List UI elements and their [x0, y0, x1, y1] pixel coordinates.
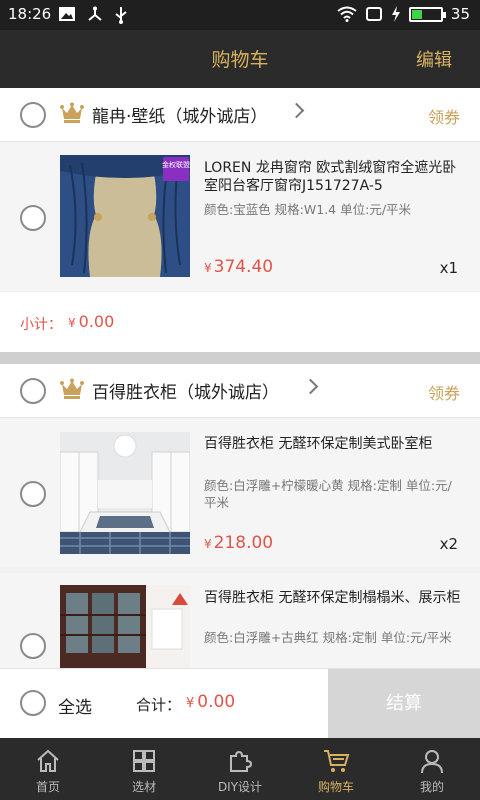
tab-home[interactable]: 首页 [0, 738, 96, 800]
product-price: ¥374.40 [204, 257, 273, 277]
tab-materials[interactable]: 选材 [96, 738, 192, 800]
product-image-bedroom[interactable] [60, 432, 190, 554]
item-select-radio[interactable] [20, 633, 46, 659]
product-image-curtain[interactable]: 金权联盟 [60, 155, 190, 277]
item-select-radio[interactable] [20, 481, 46, 507]
checkout-button[interactable]: 结算 [328, 669, 480, 739]
user-icon [421, 750, 443, 774]
product-spec: 颜色:白浮雕+柠檬暖心黄 规格:定制 单位:元/平米 [204, 478, 452, 510]
product-quantity: x2 [439, 535, 458, 553]
puzzle-icon [230, 750, 253, 772]
status-time: 18:26 [8, 5, 52, 23]
price-value: 218.00 [213, 533, 274, 553]
product-quantity: x1 [439, 259, 458, 277]
select-all-radio[interactable] [20, 690, 46, 716]
store-subtotal: 小计： ¥0.00 [0, 292, 480, 352]
store-name[interactable]: 龍冉·壁纸（城外诚店） [92, 102, 267, 127]
store-select-radio[interactable] [20, 378, 46, 404]
product-spec: 颜色:宝蓝色 规格:W1.4 单位:元/平米 [204, 202, 412, 217]
product-spec: 颜色:白浮雕+古典红 规格:定制 单位:元/平米 [204, 630, 452, 645]
total-label: 合计： [136, 696, 182, 714]
battery-percent: 35 [450, 5, 470, 23]
product-badge: 金权联盟 [162, 160, 190, 169]
cart-item[interactable]: 百得胜衣柜 无醛环保定制榻榻米、展示柜 颜色:白浮雕+古典红 规格:定制 单位:… [0, 573, 480, 668]
tab-label: 我的 [419, 780, 444, 794]
screen-icon [365, 7, 382, 21]
tab-cart[interactable]: 购物车 [288, 738, 384, 800]
product-image-cabinet[interactable] [60, 585, 190, 668]
crown-icon [60, 102, 84, 123]
share-node-icon [88, 6, 102, 21]
image-notification-icon [59, 7, 75, 21]
product-price: ¥218.00 [204, 533, 273, 553]
price-value: 374.40 [213, 257, 274, 277]
product-name[interactable]: LOREN 龙冉窗帘 欧式割绒窗帘全遮光卧室阳台客厅窗帘J151727A-5 [204, 159, 462, 195]
chevron-right-icon[interactable] [302, 378, 319, 395]
bottom-tab-bar: 首页 选材 DIY设计 购物车 我的 [0, 738, 480, 800]
product-name[interactable]: 百得胜衣柜 无醛环保定制榻榻米、展示柜 [204, 589, 462, 607]
currency-symbol: ¥ [204, 261, 212, 275]
cart-icon [324, 750, 350, 772]
coupon-button[interactable]: 领券 [428, 104, 460, 128]
battery-icon [408, 6, 446, 22]
tab-label: 购物车 [317, 780, 354, 794]
usb-icon [115, 7, 127, 24]
app-header: 购物车 编辑 [0, 30, 480, 88]
cart-item[interactable]: 金权联盟 LOREN 龙冉窗帘 欧式割绒窗帘全遮光卧室阳台客厅窗帘J151727… [0, 143, 480, 291]
chevron-right-icon[interactable] [288, 102, 305, 119]
tab-label: DIY设计 [217, 780, 263, 794]
home-icon [37, 749, 59, 772]
cart-item[interactable]: 百得胜衣柜 无醛环保定制美式卧室柜 颜色:白浮雕+柠檬暖心黄 规格:定制 单位:… [0, 419, 480, 567]
checkout-bar: 全选 合计： ¥0.00 结算 [0, 668, 480, 739]
store-select-radio[interactable] [20, 102, 46, 128]
grid-icon [133, 750, 155, 772]
wifi-icon [337, 6, 357, 22]
store-name[interactable]: 百得胜衣柜（城外诚店） [92, 378, 279, 403]
section-divider [0, 352, 480, 364]
tab-diy[interactable]: DIY设计 [192, 738, 288, 800]
page-title: 购物车 [211, 49, 269, 71]
product-name[interactable]: 百得胜衣柜 无醛环保定制美式卧室柜 [204, 435, 462, 453]
status-bar: 18:26 35 [0, 0, 480, 30]
crown-icon [60, 378, 84, 399]
tab-label: 首页 [35, 780, 60, 794]
subtotal-value: ¥0.00 [68, 312, 115, 331]
currency-symbol: ¥ [204, 537, 212, 551]
store-header[interactable]: 百得胜衣柜（城外诚店） 领券 [0, 364, 480, 418]
tab-label: 选材 [131, 780, 156, 794]
select-all-label[interactable]: 全选 [58, 693, 92, 718]
subtotal-label: 小计： [20, 317, 62, 333]
store-header[interactable]: 龍冉·壁纸（城外诚店） 领券 [0, 88, 480, 142]
charging-bolt-icon [391, 6, 400, 22]
tab-profile[interactable]: 我的 [384, 738, 480, 800]
edit-button[interactable]: 编辑 [416, 46, 452, 72]
total-value: ¥0.00 [186, 692, 236, 712]
coupon-button[interactable]: 领券 [428, 380, 460, 404]
item-select-radio[interactable] [20, 205, 46, 231]
